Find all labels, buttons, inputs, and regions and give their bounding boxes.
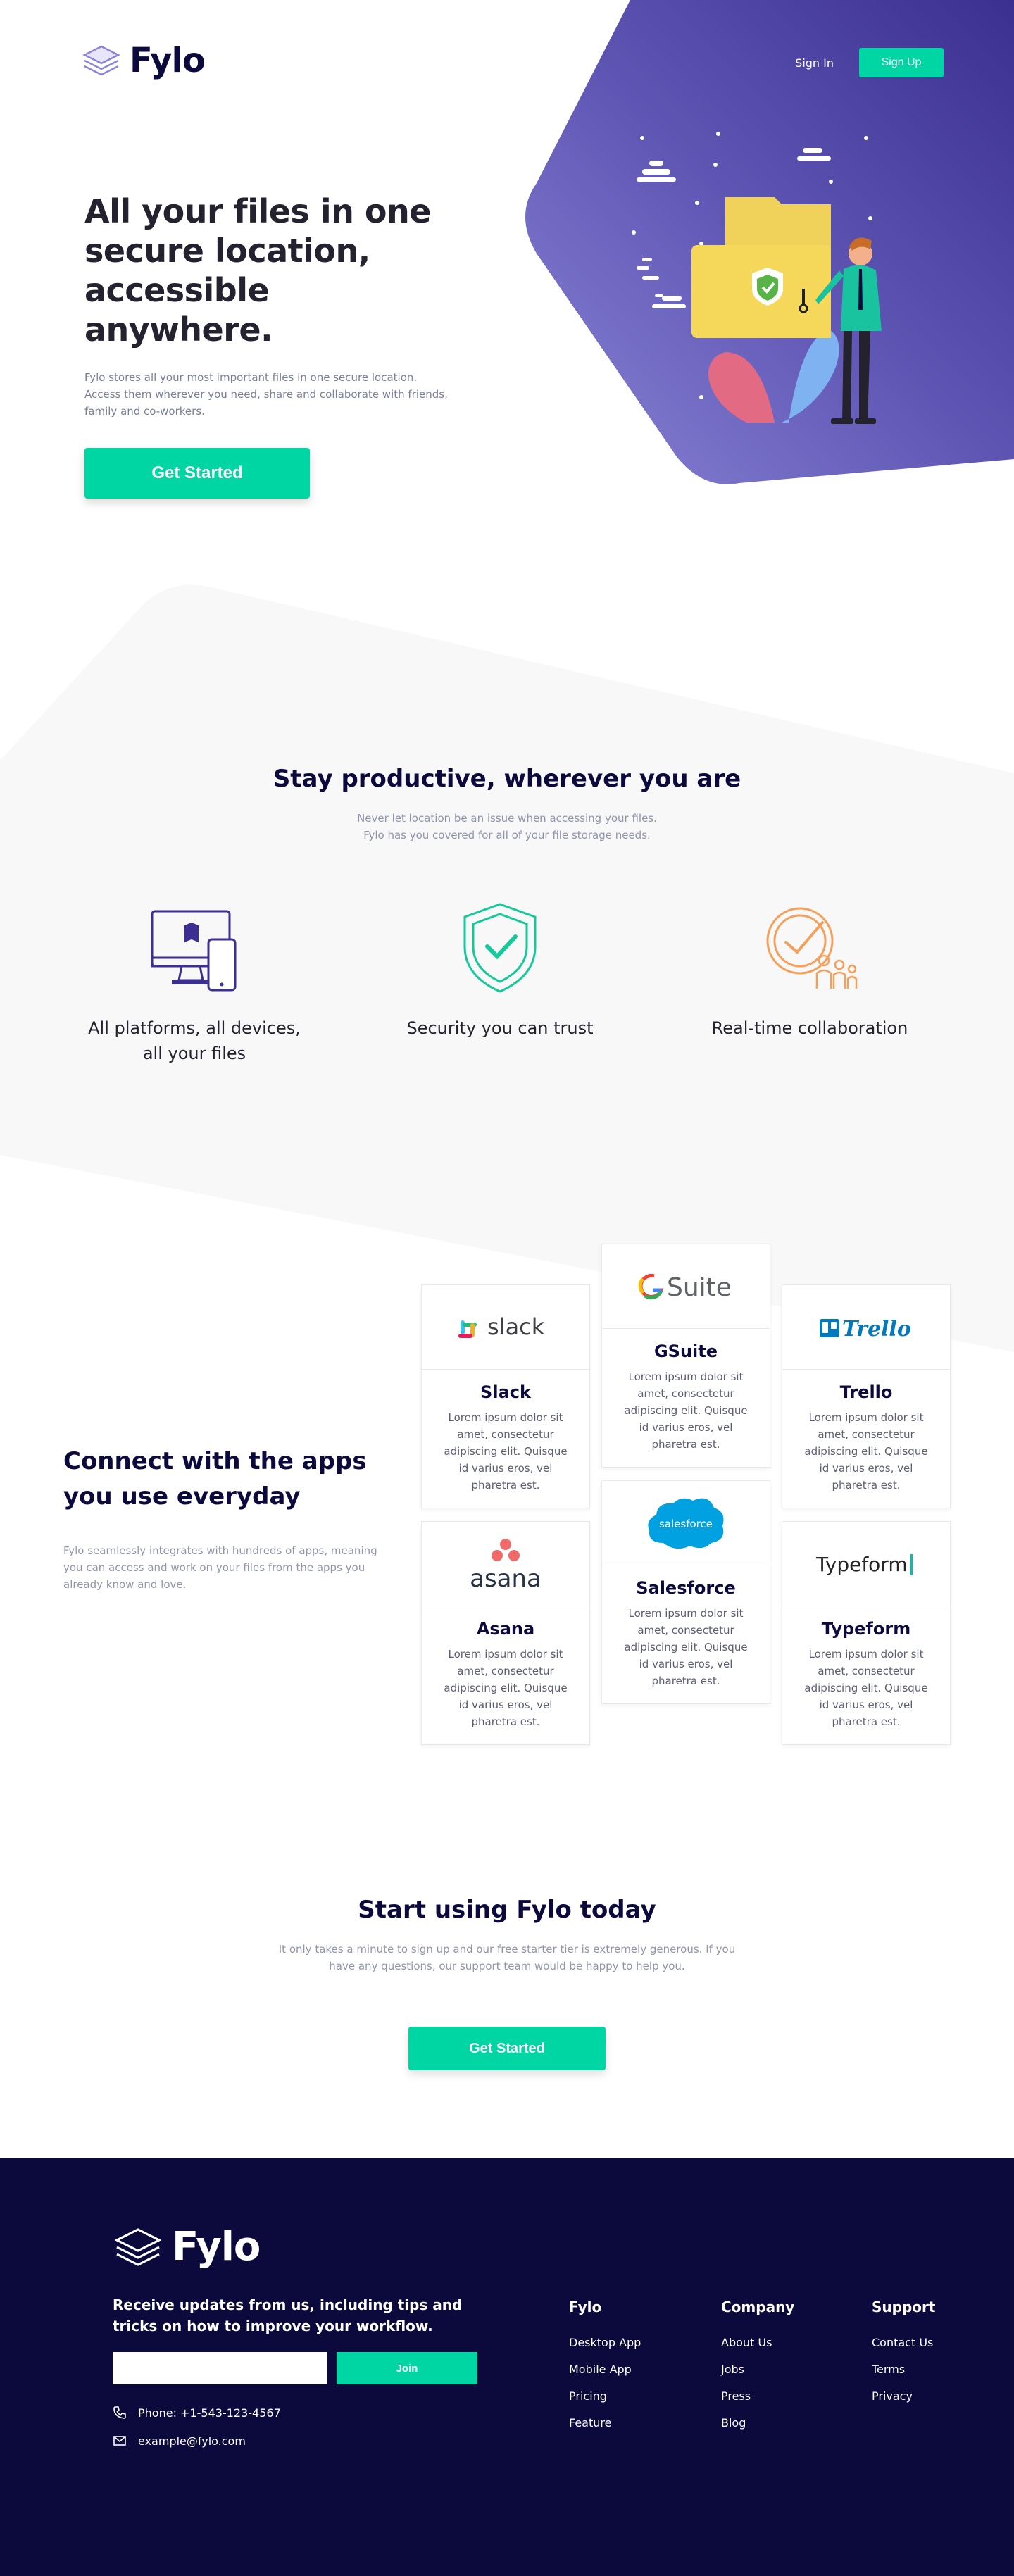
app-name: Asana (476, 1619, 535, 1639)
top-nav: Sign In Sign Up (795, 48, 944, 77)
trello-logo-text: Trello (842, 1317, 911, 1342)
feature-item: Real-time collaboration (697, 901, 922, 1041)
productive-header: Stay productive, wherever you are Never … (0, 765, 1014, 844)
feature-label: Real-time collaboration (711, 1018, 908, 1038)
footer-link[interactable]: Blog (721, 2410, 794, 2437)
footer-column-company: Company About Us Jobs Press Blog (721, 2299, 794, 2437)
footer-link[interactable]: Jobs (721, 2356, 794, 2383)
contact-email: example@fylo.com (113, 2434, 246, 2448)
app-description: Lorem ipsum dolor sit amet, consectetur … (444, 1411, 568, 1492)
hero-illustration (632, 132, 882, 424)
connect-description: Fylo seamlessly integrates with hundreds… (63, 1544, 377, 1591)
trello-logo-icon: Trello (820, 1317, 911, 1342)
footer-logo[interactable]: Fylo (113, 2224, 261, 2270)
start-description: It only takes a minute to sign up and ou… (278, 1943, 736, 1972)
app-card-trello[interactable]: Trello Trello Lorem ipsum dolor sit amet… (782, 1284, 951, 1508)
footer-column-title: Company (721, 2299, 795, 2315)
slack-logo-text: slack (487, 1313, 545, 1340)
typeform-logo-text: Typeform (815, 1553, 908, 1576)
email-input[interactable] (113, 2352, 327, 2384)
footer-brand-name: Fylo (172, 2224, 261, 2270)
footer-link[interactable]: Desktop App (569, 2330, 641, 2356)
footer-column-title: Fylo (569, 2299, 602, 2315)
mail-icon (113, 2436, 126, 2446)
hero-description: Fylo stores all your most important file… (84, 371, 448, 418)
productive-description: Never let location be an issue when acce… (357, 812, 657, 842)
asana-logo-text: asana (470, 1565, 542, 1592)
footer-link[interactable]: Contact Us (872, 2330, 935, 2356)
sign-in-link[interactable]: Sign In (795, 56, 834, 70)
app-card-gsuite[interactable]: Suite GSuite Lorem ipsum dolor sit amet,… (601, 1244, 770, 1468)
footer-column-title: Support (872, 2299, 936, 2315)
hero-title: All your files in one secure location, a… (84, 192, 431, 349)
footer-link[interactable]: Mobile App (569, 2356, 641, 2383)
slack-logo-icon: slack (458, 1313, 545, 1340)
devices-icon (151, 910, 237, 992)
start-get-started-button[interactable]: Get Started (408, 2027, 606, 2070)
newsletter-form: Join (113, 2352, 477, 2384)
footer-link[interactable]: About Us (721, 2330, 794, 2356)
site-header: Fylo Sign In Sign Up (0, 0, 1014, 120)
connect-title: Connect with the apps you use everyday (63, 1447, 367, 1511)
app-card-typeform[interactable]: Typeform Typeform Lorem ipsum dolor sit … (782, 1521, 951, 1745)
stacked-layers-icon (114, 2227, 162, 2266)
phone-icon (113, 2406, 126, 2419)
app-logo: slack (422, 1285, 589, 1370)
salesforce-logo-text: salesforce (659, 1518, 713, 1530)
footer-link[interactable]: Pricing (569, 2383, 641, 2410)
start-section: Start using Fylo today It only takes a m… (0, 1896, 1014, 1975)
footer-link[interactable]: Terms (872, 2356, 935, 2383)
app-logo: Suite (602, 1244, 770, 1329)
footer-link[interactable]: Privacy (872, 2383, 935, 2410)
app-name: Typeform (821, 1619, 911, 1639)
connect-section: Connect with the apps you use everyday F… (63, 1444, 380, 1593)
app-description: Lorem ipsum dolor sit amet, consectetur … (624, 1370, 748, 1451)
feature-item: All platforms, all devices, all your fil… (82, 901, 307, 1066)
gsuite-logo-text: Suite (667, 1273, 732, 1302)
join-button[interactable]: Join (337, 2352, 477, 2384)
footer-column-support: Support Contact Us Terms Privacy (872, 2299, 935, 2410)
footer-link[interactable]: Press (721, 2383, 794, 2410)
contact-phone: Phone: +1-543-123-4567 (113, 2406, 281, 2420)
brand-name: Fylo (130, 41, 206, 80)
feature-label: Security you can trust (406, 1018, 594, 1038)
app-name: Salesforce (636, 1578, 736, 1598)
brand-logo[interactable]: Fylo (82, 41, 206, 80)
app-name: GSuite (653, 1342, 718, 1361)
app-description: Lorem ipsum dolor sit amet, consectetur … (444, 1648, 568, 1728)
app-name: Trello (839, 1382, 893, 1402)
get-started-button[interactable]: Get Started (84, 448, 310, 499)
shield-check-icon (463, 903, 537, 993)
app-description: Lorem ipsum dolor sit amet, consectetur … (804, 1411, 928, 1492)
phone-text: Phone: +1-543-123-4567 (138, 2406, 281, 2420)
newsletter-text: Receive updates from us, including tips … (113, 2296, 463, 2334)
typeform-logo-icon: Typeform (815, 1553, 913, 1576)
collaboration-icon (766, 907, 858, 989)
start-title: Start using Fylo today (358, 1896, 656, 1924)
app-description: Lorem ipsum dolor sit amet, consectetur … (804, 1648, 928, 1728)
email-text: example@fylo.com (138, 2434, 246, 2448)
feature-label: All platforms, all devices, all your fil… (88, 1018, 301, 1063)
google-suite-logo-icon: Suite (638, 1273, 732, 1302)
footer-column-fylo: Fylo Desktop App Mobile App Pricing Feat… (569, 2299, 641, 2437)
app-logo: Trello (782, 1285, 950, 1370)
app-logo: Typeform (782, 1522, 950, 1606)
salesforce-logo-icon: salesforce (648, 1498, 724, 1549)
app-logo: asana (422, 1522, 589, 1606)
app-description: Lorem ipsum dolor sit amet, consectetur … (624, 1607, 748, 1687)
app-card-slack[interactable]: slack Slack Lorem ipsum dolor sit amet, … (421, 1284, 590, 1508)
site-footer: Fylo Receive updates from us, including … (0, 2158, 1014, 2576)
stacked-layers-icon (82, 45, 120, 76)
app-logo: salesforce (602, 1481, 770, 1565)
hero-section: All your files in one secure location, a… (84, 192, 465, 499)
asana-logo-icon: asana (470, 1538, 542, 1592)
app-card-asana[interactable]: asana Asana Lorem ipsum dolor sit amet, … (421, 1521, 590, 1745)
features-list: All platforms, all devices, all your fil… (0, 901, 1014, 1084)
feature-item: Security you can trust (387, 901, 613, 1041)
productive-title: Stay productive, wherever you are (273, 765, 741, 793)
sign-up-button[interactable]: Sign Up (859, 48, 944, 77)
footer-link[interactable]: Feature (569, 2410, 641, 2437)
app-card-salesforce[interactable]: salesforce Salesforce Lorem ipsum dolor … (601, 1480, 770, 1704)
app-name: Slack (480, 1382, 531, 1402)
